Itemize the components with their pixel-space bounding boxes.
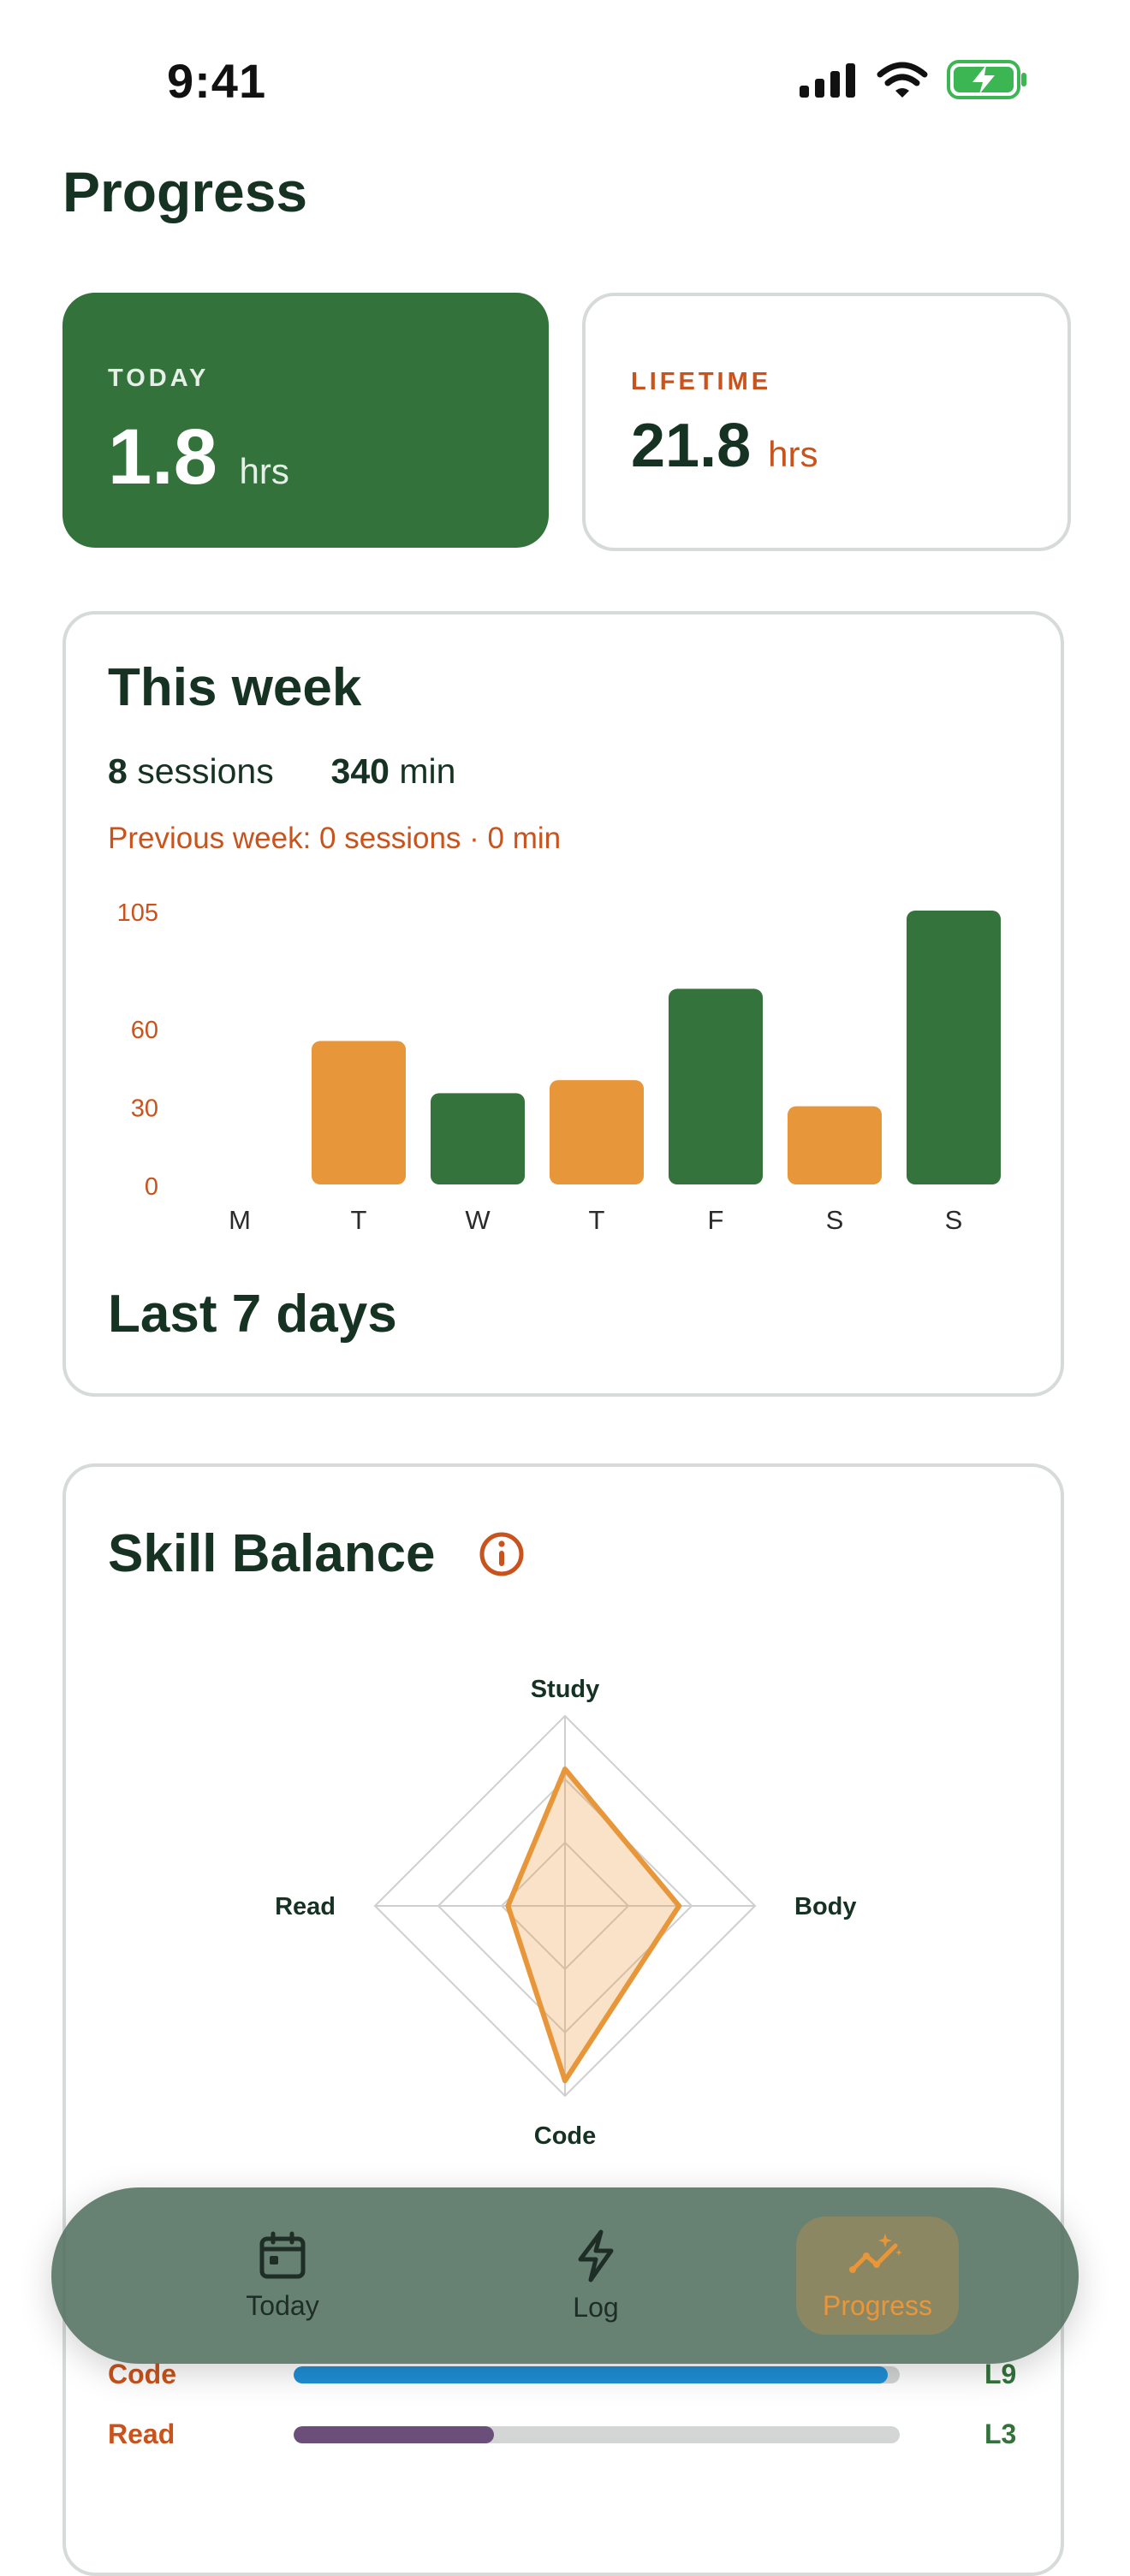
radar-axis-label: Study [531,1676,600,1703]
battery-charging-icon [947,60,1026,99]
trend-sparkle-icon [849,2233,902,2273]
bar [788,1106,882,1184]
today-stat-card: TODAY 1.8 hrs [62,293,549,548]
radar-axis-label: Body [794,1893,857,1920]
minutes-label: min [399,751,456,791]
today-value: 1.8 [108,413,217,501]
wifi-icon [877,62,928,98]
lifetime-unit: hrs [768,434,818,474]
cellular-signal-icon [800,63,855,98]
x-tick-label: T [589,1205,605,1235]
bottom-tab-bar: Today Log Progress [51,2187,1079,2364]
skill-level-read: L3 [984,2419,1017,2449]
lifetime-value: 21.8 [631,412,752,480]
x-tick-label: S [945,1205,963,1235]
radar-value-shape [505,1766,682,2084]
previous-week-text: Previous week: 0 sessions · 0 min [108,822,562,855]
lifetime-stat-card: LIFETIME 21.8 hrs [582,293,1071,551]
x-tick-label: T [351,1205,367,1235]
bar [312,1041,406,1184]
skill-radar-chart: Study Body Code Read [275,1676,857,2148]
x-tick-label: F [708,1205,724,1235]
radar-axis-label: Read [275,1893,336,1920]
x-tick-label: M [229,1205,251,1235]
tab-progress[interactable]: Progress [775,2187,980,2364]
last-7-days-label: Last 7 days [108,1285,397,1344]
today-value-wrap: 1.8 hrs [108,413,289,502]
tab-log-label: Log [573,2291,619,2323]
bar [907,911,1001,1184]
skill-balance-title: Skill Balance [108,1524,436,1583]
page-title: Progress [62,160,308,223]
today-label: TODAY [108,365,210,392]
status-time: 9:41 [167,54,267,108]
skill-row-label-read: Read [108,2419,175,2449]
skill-bar-fill-code [294,2366,888,2383]
y-tick-label: 0 [145,1173,158,1201]
y-tick-label: 30 [131,1095,158,1123]
today-unit: hrs [239,451,289,491]
tab-log[interactable]: Log [493,2187,699,2364]
status-icons [800,60,1027,99]
sessions-label: sessions [137,751,274,791]
skill-bar-read [294,2426,900,2443]
skill-bar-fill-read [294,2426,494,2443]
this-week-title: This week [108,658,362,717]
minutes-count: 340 [330,751,390,791]
tab-today-label: Today [246,2289,319,2321]
lightning-icon [578,2229,614,2282]
tab-progress-label: Progress [822,2289,933,2321]
info-icon[interactable] [478,1530,526,1578]
tab-today[interactable]: Today [180,2187,385,2364]
bar [669,988,763,1184]
y-tick-label: 105 [117,899,158,927]
lifetime-label: LIFETIME [631,368,772,395]
bar [550,1080,644,1184]
x-tick-label: W [465,1205,491,1235]
week-stats: 8 sessions 340 min [108,751,455,792]
sessions-count: 8 [108,751,128,791]
weekly-bar-chart: 0 30 60 105 M T W T F S S [117,899,1001,1235]
bar [431,1093,525,1184]
y-tick-label: 60 [131,1017,158,1044]
radar-axis-label: Code [534,2122,597,2148]
lifetime-value-wrap: 21.8 hrs [631,411,818,481]
calendar-icon [259,2231,306,2278]
x-tick-label: S [826,1205,844,1235]
skill-bar-code [294,2366,900,2383]
